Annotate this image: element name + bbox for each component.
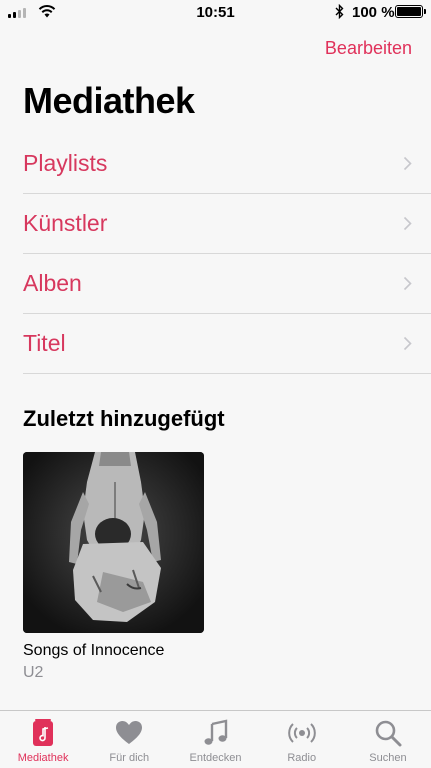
chevron-right-icon	[403, 216, 412, 231]
music-note-icon	[204, 719, 227, 745]
tab-library[interactable]: Mediathek	[0, 711, 86, 768]
library-item-label: Künstler	[23, 210, 108, 236]
status-bar: 10:51 100 %	[0, 0, 431, 26]
library-item-label: Titel	[23, 330, 66, 356]
page-title: Mediathek	[23, 80, 195, 121]
bluetooth-icon	[335, 4, 344, 19]
library-item-label: Playlists	[23, 150, 108, 176]
library-item-albums[interactable]: Alben	[23, 254, 431, 314]
tab-radio[interactable]: Radio	[259, 711, 345, 768]
search-icon	[375, 720, 402, 747]
album-artist: U2	[23, 664, 44, 681]
heart-icon	[116, 721, 143, 744]
edit-button[interactable]: Bearbeiten	[325, 38, 412, 59]
library-icon	[33, 719, 54, 746]
battery-icon	[395, 5, 426, 18]
tab-label: Für dich	[109, 752, 150, 764]
tab-search[interactable]: Suchen	[345, 711, 431, 768]
album-title: Songs of Innocence	[23, 642, 165, 659]
recently-added-heading: Zuletzt hinzugefügt	[23, 406, 225, 431]
library-item-artists[interactable]: Künstler	[23, 194, 431, 254]
battery-percentage: 100 %	[352, 4, 395, 21]
tab-label: Suchen	[369, 752, 407, 764]
library-list: Playlists Künstler Alben Titel	[0, 134, 431, 374]
chevron-right-icon	[403, 336, 412, 351]
tab-for-you[interactable]: Für dich	[86, 711, 172, 768]
library-item-label: Alben	[23, 270, 82, 296]
album-cover-image	[23, 452, 204, 633]
album-card[interactable]: Songs of Innocence U2	[23, 452, 205, 682]
tab-bar: Mediathek Für dich Entdecken Radio Suche…	[0, 710, 431, 768]
tab-label: Radio	[287, 752, 317, 764]
chevron-right-icon	[403, 156, 412, 171]
tab-label: Entdecken	[189, 752, 242, 764]
chevron-right-icon	[403, 276, 412, 291]
library-item-playlists[interactable]: Playlists	[23, 134, 431, 194]
radio-icon	[287, 723, 316, 743]
music-library-screen: 10:51 100 % Bearbeiten Mediathek Playlis…	[0, 0, 431, 768]
library-item-songs[interactable]: Titel	[23, 314, 431, 374]
tab-browse[interactable]: Entdecken	[172, 711, 258, 768]
tab-label: Mediathek	[17, 752, 69, 764]
